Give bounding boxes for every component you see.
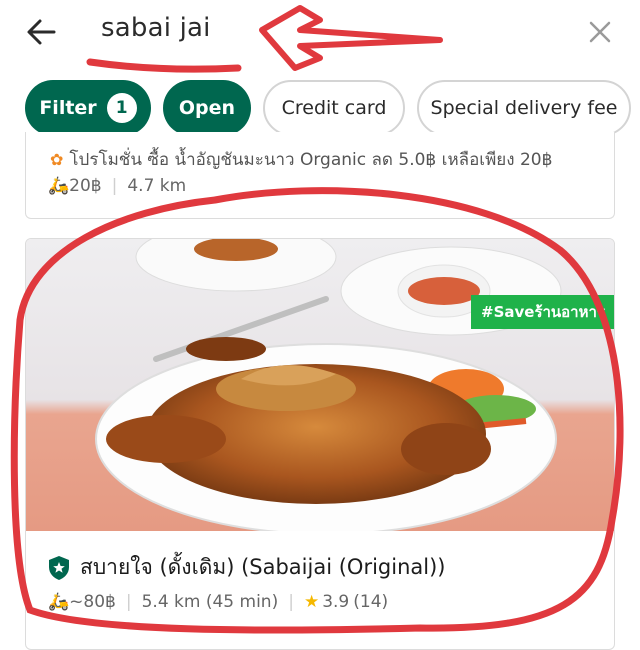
back-button[interactable] <box>20 12 68 52</box>
credit-card-chip[interactable]: Credit card <box>263 80 405 136</box>
meta-separator: | <box>111 176 118 196</box>
promo-text: โปรโมชั่น ซื้อ น้ำอัญชันมะนาว Organic ลด… <box>69 150 553 170</box>
meta-separator: | <box>125 592 132 612</box>
meta-separator: | <box>288 592 294 612</box>
clear-search-button[interactable] <box>582 14 618 50</box>
delivery-fee: ~80฿ <box>69 592 116 612</box>
filter-chip-bar: Filter 1 Open Credit card Special delive… <box>0 80 640 140</box>
restaurant-meta: 🛵 ~80฿ | 5.4 km (45 min) | ★ 3.9 (14) <box>48 592 388 612</box>
shield-star-icon <box>49 555 69 580</box>
search-input[interactable]: sabai jai <box>101 13 211 43</box>
distance: 4.7 km <box>127 176 187 196</box>
delivery-scooter-icon: 🛵 <box>48 176 70 196</box>
promo-tag-icon: ✿ <box>50 150 64 169</box>
search-header: sabai jai <box>0 0 640 72</box>
star-icon: ★ <box>303 592 320 612</box>
delivery-fee: 20฿ <box>69 176 102 196</box>
distance-time: 5.4 km (45 min) <box>141 592 279 612</box>
open-chip[interactable]: Open <box>163 80 251 136</box>
special-delivery-fee-chip-label: Special delivery fee <box>430 97 618 119</box>
restaurant-title-row: สบายใจ (ดั้งเดิม) (Sabaijai (Original)) <box>48 551 445 584</box>
rating-value: 3.9 <box>322 592 350 612</box>
filter-chip[interactable]: Filter 1 <box>25 80 151 136</box>
restaurant-meta: 🛵 20฿ | 4.7 km <box>48 176 186 196</box>
credit-card-chip-label: Credit card <box>281 97 387 119</box>
restaurant-photo <box>26 239 614 531</box>
arrow-left-icon <box>27 19 56 45</box>
restaurant-name: สบายใจ (ดั้งเดิม) (Sabaijai (Original)) <box>80 555 446 579</box>
restaurant-card[interactable]: #Saveร้านอาหาร สบายใจ (ดั้งเดิม) (Sabaij… <box>25 238 615 650</box>
promo-line: ✿ โปรโมชั่น ซื้อ น้ำอัญชันมะนาว Organic ล… <box>50 146 552 173</box>
close-icon <box>589 21 611 43</box>
review-count: (14) <box>353 592 389 612</box>
save-promo-tag: #Saveร้านอาหาร <box>471 295 614 329</box>
filter-count-badge: 1 <box>106 93 137 123</box>
filter-chip-label: Filter <box>39 97 97 119</box>
open-chip-label: Open <box>178 97 236 119</box>
delivery-scooter-icon: 🛵 <box>48 592 70 612</box>
special-delivery-fee-chip[interactable]: Special delivery fee <box>417 80 631 136</box>
restaurant-card-previous[interactable]: ✿ โปรโมชั่น ซื้อ น้ำอัญชันมะนาว Organic ล… <box>25 132 615 219</box>
